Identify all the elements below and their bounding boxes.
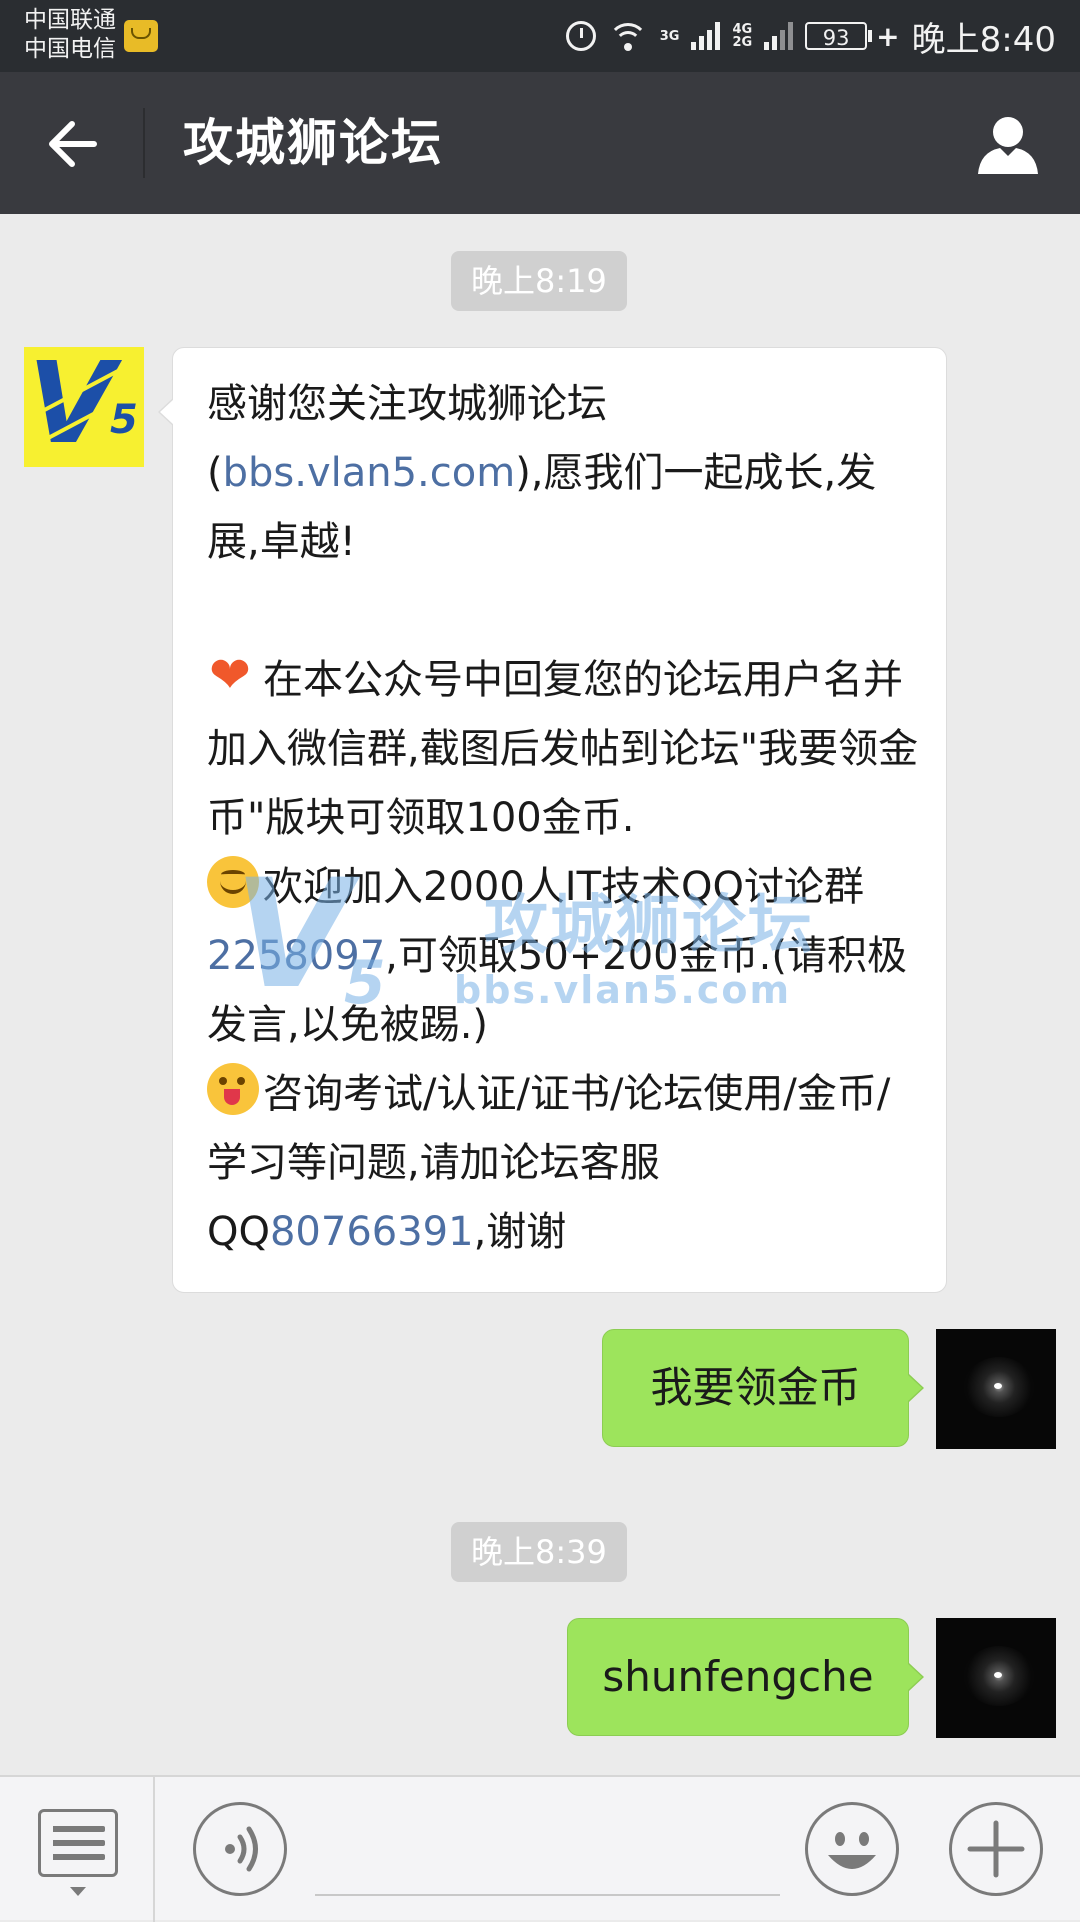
timestamp: 晚上8:19 [451, 251, 627, 311]
menu-toggle-button[interactable] [38, 1809, 118, 1877]
text-segment: 在本公众号中回复您的论坛用户名并加入微信群,截图后发帖到论坛"我要领金币"版块可… [207, 657, 919, 841]
heart-emoji-icon [207, 641, 259, 710]
battery-level: 93 [805, 22, 868, 50]
voice-icon [225, 1826, 258, 1872]
message-paragraph: 在本公众号中回复您的论坛用户名并加入微信群,截图后发帖到论坛"我要领金币"版块可… [207, 641, 919, 853]
status-bar: 中国联通 中国电信 3G 4G 2G 93 + 晚上8:40 [0, 0, 1080, 72]
carrier-2-label: 中国电信 [24, 36, 116, 62]
message-paragraph: 咨询考试/认证/证书/论坛使用/金币/学习等问题,请加论坛客服QQ8076639… [207, 1060, 919, 1267]
official-account-avatar[interactable]: V 5 [24, 347, 144, 467]
profile-button[interactable] [972, 108, 1044, 180]
back-button[interactable] [36, 108, 108, 180]
message-input-line[interactable] [315, 1894, 780, 1896]
person-icon [978, 117, 1038, 174]
page-title: 攻城狮论坛 [183, 114, 443, 172]
outgoing-message-bubble[interactable]: 我要领金币 [602, 1329, 924, 1447]
plus-icon [967, 1820, 1025, 1878]
carrier-info: 中国联通 中国电信 [24, 6, 116, 64]
voice-button[interactable] [193, 1802, 287, 1896]
arrow-left-icon [49, 121, 97, 167]
text-segment: 欢迎加入2000人IT技术QQ讨论群 [263, 864, 864, 910]
incoming-message-bubble[interactable]: 感谢您关注攻城狮论坛(bbs.vlan5.com),愿我们一起成长,发展,卓越!… [158, 347, 947, 1293]
signal-2-icon [764, 22, 794, 50]
emoji-icon [828, 1832, 876, 1869]
network-type-2-line2: 2G [732, 35, 753, 50]
title-bar: 攻城狮论坛 [0, 72, 1080, 214]
more-button[interactable] [949, 1802, 1043, 1896]
message-paragraph: 欢迎加入2000人IT技术QQ讨论群2258097,可领取50+200金币.(请… [207, 853, 919, 1060]
message-paragraph: 感谢您关注攻城狮论坛(bbs.vlan5.com),愿我们一起成长,发展,卓越! [207, 370, 919, 577]
input-divider [153, 1777, 155, 1922]
network-type-2: 4G 2G [732, 23, 752, 49]
emoji-button[interactable] [805, 1802, 899, 1896]
avatar-logo-5: 5 [110, 397, 138, 443]
clock: 晚上8:40 [911, 19, 1056, 60]
timestamp: 晚上8:39 [451, 1522, 627, 1582]
user-avatar[interactable] [936, 1329, 1056, 1449]
status-indicators: 3G 4G 2G 93 + 晚上8:40 [565, 12, 1056, 60]
wink-emoji-icon [207, 1063, 259, 1115]
qq-number-link[interactable]: 80766391 [270, 1209, 474, 1255]
forum-link[interactable]: bbs.vlan5.com [223, 450, 516, 496]
incoming-message-text: 感谢您关注攻城狮论坛(bbs.vlan5.com),愿我们一起成长,发展,卓越!… [207, 370, 919, 1267]
smile-emoji-icon [207, 856, 259, 908]
qq-group-link[interactable]: 2258097 [207, 933, 385, 979]
battery-icon: 93 + [805, 19, 900, 53]
user-avatar[interactable] [936, 1618, 1056, 1738]
text-segment: ,谢谢 [473, 1209, 567, 1255]
mail-notification-icon [124, 20, 158, 52]
outgoing-message-bubble[interactable]: shunfengche [567, 1618, 924, 1736]
charging-icon: + [876, 19, 900, 53]
title-divider [143, 108, 145, 178]
input-bar [0, 1775, 1080, 1922]
wifi-icon [607, 21, 648, 51]
alarm-icon [565, 21, 596, 51]
signal-1-icon [691, 22, 721, 50]
network-type-1: 3G [659, 28, 680, 44]
caret-down-icon [70, 1887, 86, 1896]
carrier-1-label: 中国联通 [24, 7, 116, 33]
